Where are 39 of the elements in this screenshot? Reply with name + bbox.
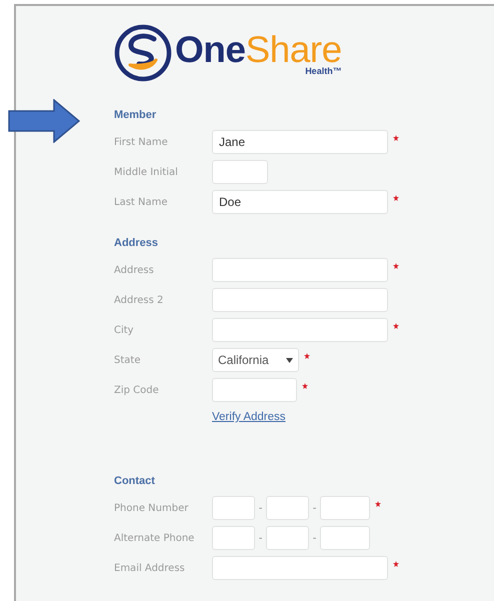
separator: - [312,532,318,544]
brand-tagline: Health™ [305,66,342,76]
field-label: Email Address [114,562,186,574]
verify-address-link[interactable]: Verify Address [212,411,286,423]
field-label: Zip Code [114,384,160,396]
input-field[interactable] [266,526,309,550]
separator: - [258,532,264,544]
field-label: Address 2 [114,294,164,306]
state-select[interactable]: California [212,348,299,372]
section-heading: Contact [114,475,156,489]
logo-icon [114,24,172,82]
input-field[interactable] [212,258,388,282]
input-field[interactable] [266,496,309,520]
input-field[interactable] [212,556,388,580]
input-field[interactable] [212,378,297,402]
section-heading: Member [114,109,158,123]
section-heading: Address [114,237,160,251]
field-label: Middle Initial [114,166,179,178]
separator: - [312,502,318,514]
field-label: City [114,324,135,336]
field-label: State [114,354,142,366]
field-label: Last Name [114,196,169,208]
field-label: First Name [114,136,169,148]
input-field[interactable] [212,496,255,520]
field-label: Address [114,264,155,276]
field-label: Alternate Phone [114,532,196,544]
brand-name: One [175,30,246,70]
input-field[interactable] [212,318,388,342]
caret-icon [286,358,293,362]
input-field[interactable]: Jane [212,130,388,154]
input-field[interactable] [320,526,370,550]
arrow-drawing [8,99,80,143]
input-field[interactable] [212,288,388,312]
input-field[interactable]: Doe [212,190,388,214]
field-label: Phone Number [114,502,190,514]
input-field[interactable] [212,160,268,184]
input-field[interactable] [320,496,370,520]
input-field[interactable] [212,526,255,550]
separator: - [258,502,264,514]
